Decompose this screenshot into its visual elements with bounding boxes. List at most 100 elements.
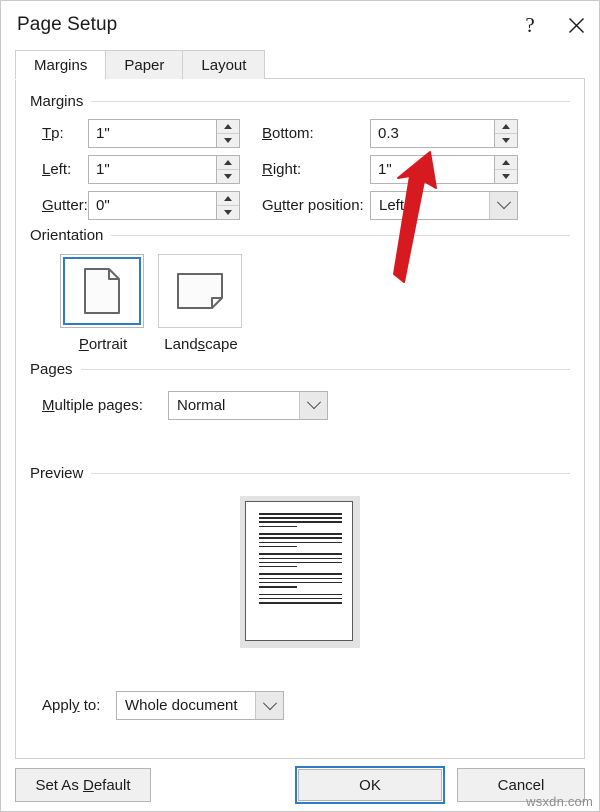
preview-group-header: Preview [16,465,584,482]
preview-text-line [259,521,342,523]
preview-paragraph [259,593,342,604]
page-title: Page Setup [17,14,118,35]
triangle-up-icon [224,195,232,201]
close-button[interactable] [553,2,599,48]
left-spin-up-button[interactable] [217,155,239,170]
top-margin-field[interactable]: 1" [88,118,240,148]
gutter-value[interactable]: 0" [89,191,216,219]
multiple-pages-dropdown[interactable]: Normal [168,390,328,420]
top-spin-down-button[interactable] [217,133,239,147]
right-spin-up-button[interactable] [495,155,517,170]
portrait-label: Portrait [78,336,128,353]
dialog-footer: Set As Default OK Cancel wsxdn.com [1,759,599,811]
multiple-pages-dropdown-button[interactable] [299,391,327,419]
multiple-pages-accel: M [42,396,55,414]
bottom-accel: B [262,124,273,142]
right-margin-field[interactable]: 1" [370,154,518,184]
orientation-group-title: Orientation [30,227,104,244]
preview-text-line [259,565,298,568]
triangle-up-icon [224,123,232,129]
gutter-accel: G [42,196,54,214]
apply-to-dropdown[interactable]: Whole document [116,691,284,720]
bottom-spin-down-button[interactable] [495,133,517,147]
top-accel: T [42,124,52,142]
preview-text-line [259,597,342,600]
bottom-margin-value[interactable]: 0.3 [371,119,494,147]
page-portrait-icon [84,268,120,314]
preview-text-line [259,581,342,584]
ok-button-label: OK [359,776,381,794]
pages-group-title: Pages [30,361,73,378]
margins-row-2: Left: 1" Right: 1" [16,154,584,184]
right-label: Right: [262,160,302,178]
close-icon [568,17,584,33]
tab-paper[interactable]: Paper [105,50,184,79]
tab-layout[interactable]: Layout [182,50,266,79]
gutter-position-dropdown-button[interactable] [489,191,517,219]
gutter-field[interactable]: 0" [88,190,240,220]
preview-text-line [259,513,342,515]
set-as-default-button[interactable]: Set As Default [15,768,151,802]
gutter-position-value: Left [379,196,405,214]
help-button[interactable]: ? [507,2,553,48]
apply-to-dropdown-button[interactable] [255,692,283,719]
gutter-position-accel: u [273,196,283,214]
margins-tab-panel: Margins Tp: 1" Bottom: 0.3 Left: 1" Righ… [15,78,585,759]
group-divider [91,473,570,474]
orientation-options: Portrait Landscape [16,254,584,353]
left-margin-field[interactable]: 1" [88,154,240,184]
margins-row-3: Gutter: 0" Gutter position: Left [16,190,584,220]
margins-group: Margins Tp: 1" Bottom: 0.3 Left: 1" Righ… [16,93,584,220]
apply-to-label: Apply to: [42,697,101,714]
chevron-down-icon [496,195,511,210]
left-margin-value[interactable]: 1" [89,155,216,183]
orientation-option-portrait[interactable]: Portrait [60,254,146,353]
ok-button[interactable]: OK [298,769,442,801]
gutter-spin-up-button[interactable] [217,191,239,206]
set-as-default-accel: D [82,776,94,794]
preview-text-line [259,586,298,588]
orientation-group: Orientation Portrait Landscape [16,227,584,353]
bottom-spin-up-button[interactable] [495,119,517,134]
pages-group: Pages Multiple pages: Normal [16,361,584,420]
group-divider [80,369,570,370]
right-spin-down-button[interactable] [495,169,517,183]
preview-paragraph [259,513,342,528]
chevron-down-icon [262,695,277,710]
group-divider [111,235,570,236]
gutter-position-dropdown[interactable]: Left [370,190,518,220]
triangle-up-icon [224,159,232,165]
portrait-button[interactable] [60,254,144,328]
left-margin-spinner [216,155,239,183]
triangle-up-icon [502,123,510,129]
tab-margins[interactable]: Margins [15,50,107,79]
preview-text-line [259,561,342,564]
preview-text-line [259,577,342,580]
preview-text-line [259,593,342,596]
right-margin-value[interactable]: 1" [371,155,494,183]
tab-margins-label: Margins [34,56,88,74]
bottom-margin-field[interactable]: 0.3 [370,118,518,148]
multiple-pages-label: Multiple pages: [42,396,143,414]
watermark: wsxdn.com [526,794,593,809]
landscape-button[interactable] [158,254,242,328]
gutter-position-label: Gutter position: [262,196,364,214]
pages-group-header: Pages [16,361,584,378]
triangle-up-icon [502,159,510,165]
tab-strip: Margins Paper Layout [1,49,599,79]
preview-text-line [259,602,342,604]
title-bar: Page Setup ? [1,1,599,49]
chevron-down-icon [306,395,321,410]
cancel-button-label: Cancel [497,776,545,794]
triangle-down-icon [224,173,232,179]
gutter-spin-down-button[interactable] [217,205,239,219]
page-setup-dialog: Page Setup ? Margins Paper Layout Margin… [0,0,600,812]
margins-group-title: Margins [30,93,84,110]
triangle-down-icon [502,173,510,179]
top-margin-value[interactable]: 1" [89,119,216,147]
preview-paragraph [259,573,342,588]
left-spin-down-button[interactable] [217,169,239,183]
multiple-pages-value: Normal [177,396,226,414]
top-spin-up-button[interactable] [217,119,239,134]
orientation-option-landscape[interactable]: Landscape [158,254,244,353]
